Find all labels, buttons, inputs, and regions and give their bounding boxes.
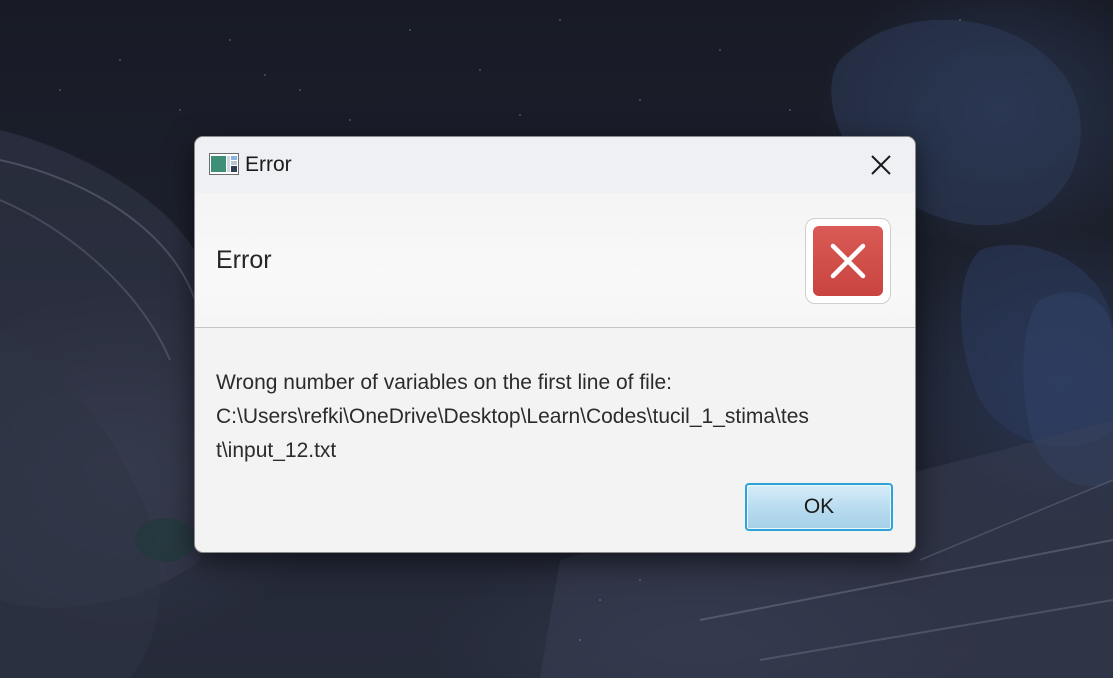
close-icon — [871, 155, 891, 175]
window-title: Error — [245, 153, 292, 176]
title-bar[interactable]: Error — [195, 137, 915, 193]
close-button[interactable] — [863, 149, 899, 181]
error-x-icon — [813, 226, 883, 296]
error-dialog: Error Error Wrong number of variables on… — [194, 136, 916, 553]
java-app-icon — [209, 153, 239, 175]
header-title: Error — [216, 246, 272, 274]
dialog-header: Error — [195, 193, 915, 328]
message-line: Wrong number of variables on the first l… — [216, 371, 673, 394]
message-line: t\input_12.txt — [216, 439, 337, 462]
message-line: C:\Users\refki\OneDrive\Desktop\Learn\Co… — [216, 405, 809, 428]
error-icon-frame — [805, 218, 891, 304]
error-message: Wrong number of variables on the first l… — [216, 366, 896, 468]
ok-button[interactable]: OK — [745, 483, 893, 531]
